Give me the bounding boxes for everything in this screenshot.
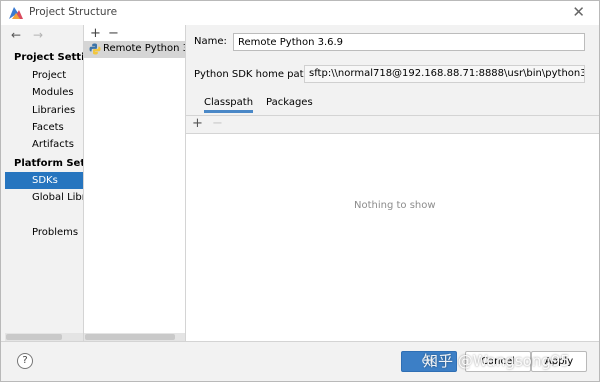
apply-button[interactable]: Apply	[531, 351, 587, 372]
sdk-name-input[interactable]	[233, 33, 585, 51]
classpath-list[interactable]: Nothing to show	[186, 133, 599, 341]
nav-horizontal-scrollbar[interactable]	[5, 333, 83, 341]
name-label: Name:	[194, 36, 227, 47]
nav-item-libraries[interactable]: Libraries	[5, 102, 83, 119]
nav-item-problems[interactable]: Problems	[5, 224, 83, 241]
nav-item-modules[interactable]: Modules	[5, 84, 83, 101]
home-path-label: Python SDK home path:	[194, 69, 314, 80]
home-path-field[interactable]: sftp:\\normal718@192.168.88.71:8888\usr\…	[304, 65, 585, 83]
add-path-button[interactable]: +	[192, 116, 212, 131]
sdk-details-panel: Name: Python SDK home path: sftp:\\norma…	[186, 25, 599, 341]
nav-item-sdks[interactable]: SDKs	[5, 172, 83, 189]
nav-item-project[interactable]: Project	[5, 67, 83, 84]
cancel-button[interactable]: Cancel	[465, 351, 531, 372]
remove-sdk-button[interactable]: −	[108, 26, 126, 41]
settings-nav: ←→ Project Settings Project Modules Libr…	[5, 25, 83, 341]
title-bar: Project Structure ✕	[1, 1, 599, 25]
nav-item-facets[interactable]: Facets	[5, 119, 83, 136]
sdk-list-panel: +− Remote Python 3.6.9	[83, 25, 186, 341]
scrollbar-thumb[interactable]	[6, 334, 62, 340]
project-settings-header: Project Settings	[14, 52, 83, 63]
sdk-list-item-label: Remote Python 3.6.9	[103, 43, 185, 54]
intellij-app-icon	[9, 7, 23, 19]
empty-state-text: Nothing to show	[354, 200, 436, 211]
tab-divider	[186, 115, 599, 116]
classpath-toolbar: + −	[192, 116, 232, 131]
forward-arrow-icon[interactable]: →	[33, 28, 55, 42]
platform-settings-header: Platform Settings	[14, 158, 83, 169]
project-structure-dialog: Project Structure ✕ ←→ Project Settings …	[0, 0, 600, 382]
sdk-list-horizontal-scrollbar[interactable]	[84, 333, 185, 341]
sdk-list-item[interactable]: Remote Python 3.6.9	[84, 41, 185, 58]
tab-packages[interactable]: Packages	[266, 97, 313, 112]
close-icon[interactable]: ✕	[572, 3, 585, 21]
add-sdk-button[interactable]: +	[90, 26, 108, 41]
sdk-list-toolbar: + −	[90, 26, 126, 41]
nav-item-artifacts[interactable]: Artifacts	[5, 136, 83, 153]
python-icon	[89, 43, 101, 55]
window-title: Project Structure	[29, 6, 118, 18]
help-icon[interactable]: ?	[17, 353, 33, 369]
back-arrow-icon[interactable]: ←	[11, 28, 33, 42]
nav-item-global-libraries[interactable]: Global Libraries	[5, 189, 83, 206]
tab-classpath[interactable]: Classpath	[204, 97, 254, 113]
remove-path-button[interactable]: −	[212, 116, 232, 131]
dialog-footer: ? OK Cancel Apply 知乎 @Wangsong95	[1, 341, 599, 381]
nav-arrows: ← →	[11, 28, 55, 42]
ok-button[interactable]: OK	[401, 351, 457, 372]
scrollbar-thumb[interactable]	[85, 334, 175, 340]
